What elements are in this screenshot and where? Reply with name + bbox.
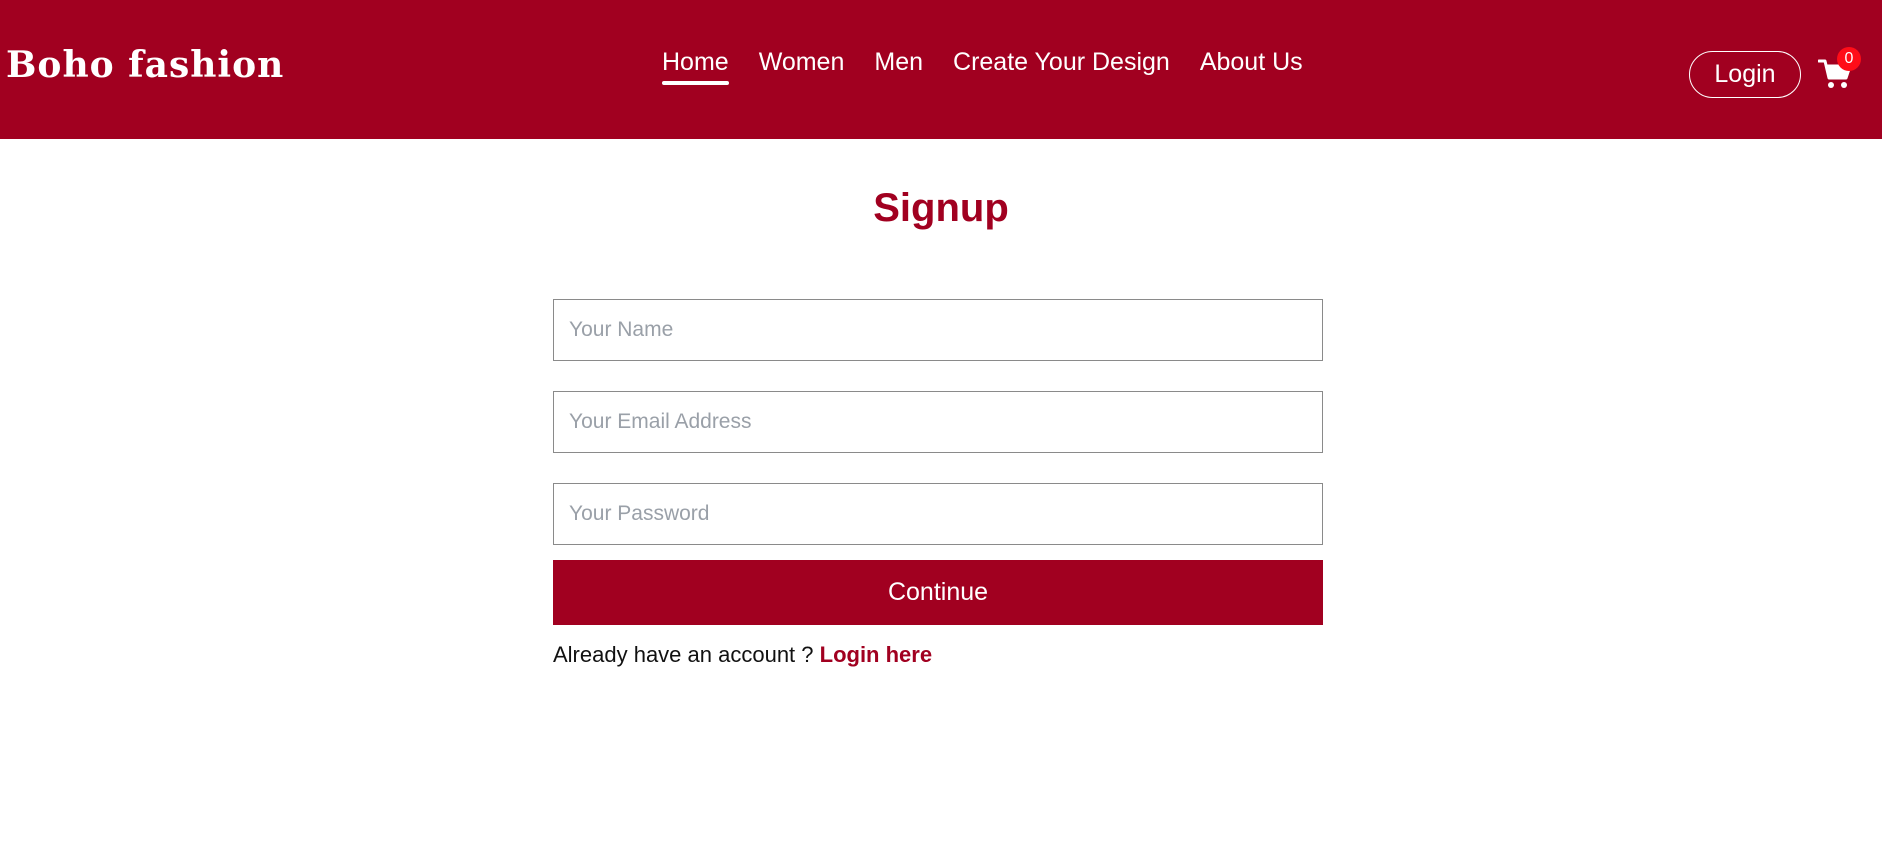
navbar: Boho fashion Home Women Men Create Your … — [0, 0, 1882, 139]
account-prompt-text: Already have an account ? — [553, 642, 820, 667]
email-input[interactable] — [553, 391, 1323, 453]
password-input[interactable] — [553, 483, 1323, 545]
login-prompt: Already have an account ? Login here — [553, 642, 932, 668]
nav-men[interactable]: Men — [874, 48, 923, 77]
cart-count-badge: 0 — [1837, 47, 1861, 71]
name-input[interactable] — [553, 299, 1323, 361]
nav-create-your-design[interactable]: Create Your Design — [953, 48, 1170, 77]
continue-button[interactable]: Continue — [553, 560, 1323, 625]
nav-women[interactable]: Women — [759, 48, 845, 77]
main-nav: Home Women Men Create Your Design About … — [662, 48, 1303, 85]
login-here-link[interactable]: Login here — [820, 642, 932, 667]
header-login-button[interactable]: Login — [1689, 51, 1801, 98]
page-title: Signup — [873, 186, 1009, 230]
nav-about-us[interactable]: About Us — [1200, 48, 1303, 77]
brand-logo[interactable]: Boho fashion — [6, 44, 284, 86]
nav-home[interactable]: Home — [662, 48, 729, 85]
